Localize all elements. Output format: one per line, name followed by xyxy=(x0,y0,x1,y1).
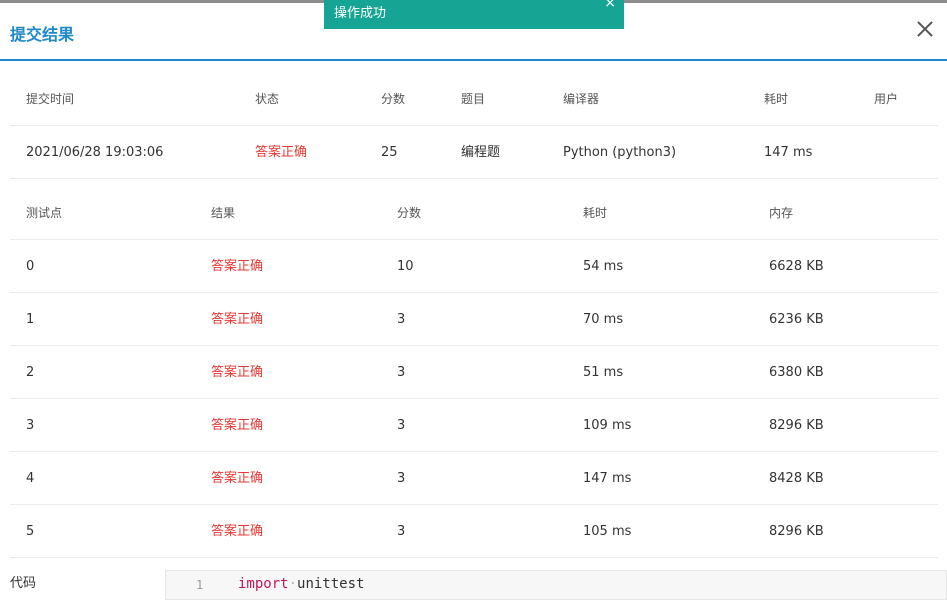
testpoint-memory: 8428 KB xyxy=(769,471,824,486)
toast-close-button[interactable]: × xyxy=(604,0,616,11)
header-testpoint: 测试点 xyxy=(26,206,63,220)
testpoint-result: 答案正确 xyxy=(211,259,264,274)
testpoint-id: 1 xyxy=(26,312,35,327)
testpoint-memory: 8296 KB xyxy=(769,418,824,433)
testpoint-time: 70 ms xyxy=(583,312,624,327)
testpoint-header-row: 测试点 结果 分数 耗时 内存 xyxy=(10,187,938,240)
testpoint-memory: 8296 KB xyxy=(769,524,824,539)
testpoint-score: 3 xyxy=(397,312,406,327)
line-number: 1 xyxy=(196,578,204,592)
success-toast: 操作成功 × xyxy=(324,0,624,29)
testpoint-score: 3 xyxy=(397,524,406,539)
testpoint-time: 147 ms xyxy=(583,471,632,486)
submit-time: 2021/06/28 19:03:06 xyxy=(26,145,164,160)
toast-message: 操作成功 xyxy=(334,6,387,21)
testpoint-memory: 6236 KB xyxy=(769,312,824,327)
testpoint-result: 答案正确 xyxy=(211,418,264,433)
header-time: 耗时 xyxy=(764,92,789,106)
testpoint-id: 2 xyxy=(26,365,35,380)
table-row: 2 答案正确 3 51 ms 6380 KB xyxy=(10,346,938,399)
code-label: 代码 xyxy=(10,576,37,591)
testpoint-id: 0 xyxy=(26,259,35,274)
dialog-title: 提交结果 xyxy=(10,25,75,44)
header-result: 结果 xyxy=(211,206,236,220)
table-row: 3 答案正确 3 109 ms 8296 KB xyxy=(10,399,938,452)
testpoint-id: 4 xyxy=(26,471,35,486)
summary-row: 2021/06/28 19:03:06 答案正确 25 编程题 Python (… xyxy=(10,126,938,179)
header-status: 状态 xyxy=(255,92,280,106)
testpoint-memory: 6628 KB xyxy=(769,259,824,274)
testpoint-score: 3 xyxy=(397,365,406,380)
run-time: 147 ms xyxy=(764,145,813,160)
code-viewer[interactable]: 1 import·unittest xyxy=(165,570,947,600)
table-row: 5 答案正确 3 105 ms 8296 KB xyxy=(10,505,938,558)
header-problem: 题目 xyxy=(461,92,486,106)
header-submit-time: 提交时间 xyxy=(26,92,75,106)
header-time: 耗时 xyxy=(583,206,608,220)
close-icon[interactable] xyxy=(913,17,937,41)
testpoint-time: 105 ms xyxy=(583,524,632,539)
testpoint-id: 3 xyxy=(26,418,35,433)
testpoint-result: 答案正确 xyxy=(211,312,264,327)
testpoint-score: 3 xyxy=(397,418,406,433)
testpoint-table: 测试点 结果 分数 耗时 内存 0 答案正确 10 54 ms 6628 KB 1 答案正确… xyxy=(10,187,938,558)
status-badge: 答案正确 xyxy=(255,145,308,160)
testpoint-result: 答案正确 xyxy=(211,524,264,539)
testpoint-score: 10 xyxy=(397,259,414,274)
header-score: 分数 xyxy=(397,206,422,220)
summary-header-row: 提交时间 状态 分数 题目 编译器 耗时 用户 xyxy=(10,73,938,126)
testpoint-time: 109 ms xyxy=(583,418,632,433)
compiler-name: Python (python3) xyxy=(563,145,677,160)
testpoint-time: 51 ms xyxy=(583,365,624,380)
code-keyword: import xyxy=(238,576,289,592)
submission-summary-table: 提交时间 状态 分数 题目 编译器 耗时 用户 2021/06/28 19:03… xyxy=(10,73,938,179)
header-memory: 内存 xyxy=(769,206,794,220)
table-row: 4 答案正确 3 147 ms 8428 KB xyxy=(10,452,938,505)
total-score: 25 xyxy=(381,145,398,160)
testpoint-result: 答案正确 xyxy=(211,471,264,486)
table-row: 1 答案正确 3 70 ms 6236 KB xyxy=(10,293,938,346)
header-compiler: 编译器 xyxy=(563,92,600,106)
testpoint-result: 答案正确 xyxy=(211,365,264,380)
problem-type: 编程题 xyxy=(461,145,501,160)
testpoint-time: 54 ms xyxy=(583,259,624,274)
header-score: 分数 xyxy=(381,92,406,106)
testpoint-id: 5 xyxy=(26,524,35,539)
header-user: 用户 xyxy=(874,92,899,106)
code-line: import·unittest xyxy=(238,576,365,592)
table-row: 0 答案正确 10 54 ms 6628 KB xyxy=(10,240,938,293)
code-module: unittest xyxy=(297,576,365,592)
testpoint-memory: 6380 KB xyxy=(769,365,824,380)
testpoint-score: 3 xyxy=(397,471,406,486)
